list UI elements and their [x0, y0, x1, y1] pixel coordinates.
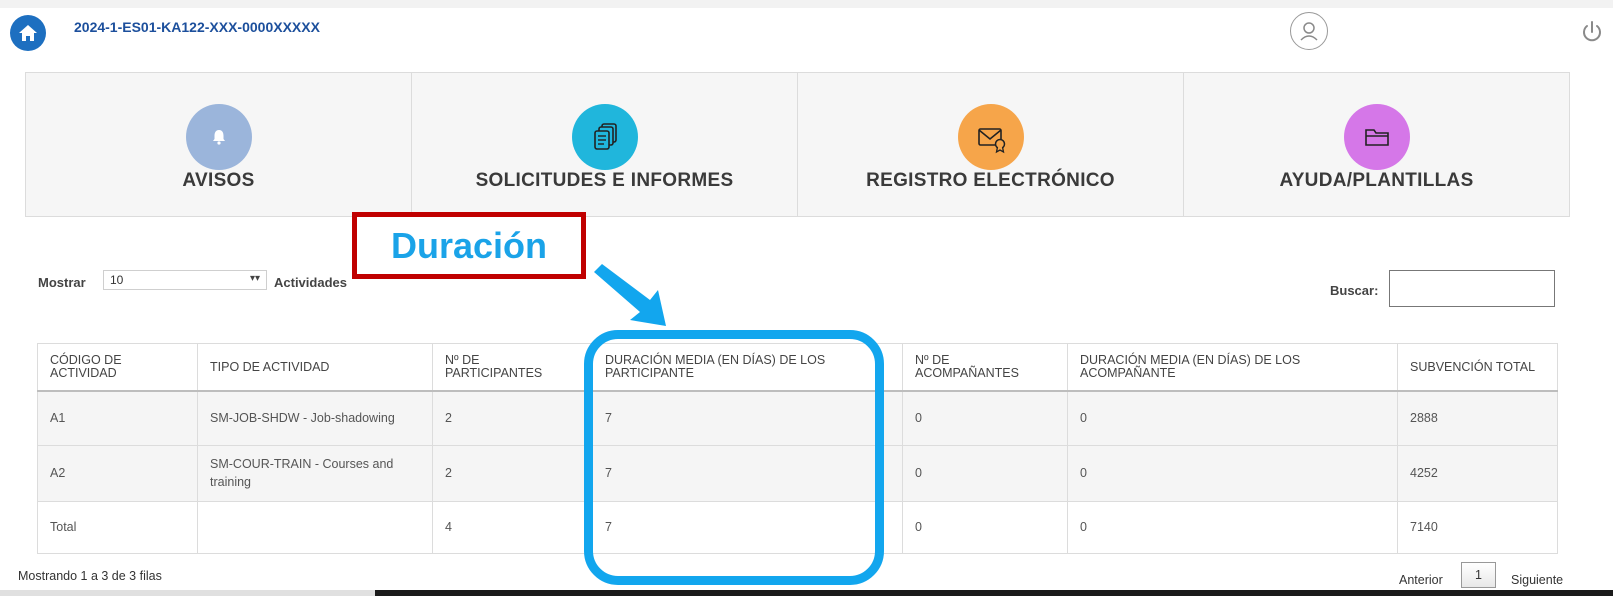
table-cell: A1: [37, 390, 198, 446]
project-code[interactable]: 2024-1-ES01-KA122-XXX-0000XXXXX: [74, 19, 320, 35]
pagination-info: Mostrando 1 a 3 de 3 filas: [18, 569, 162, 583]
menu-card-avisos[interactable]: AVISOS: [26, 73, 412, 216]
table-header-row: CÓDIGO DE ACTIVIDAD TIPO DE ACTIVIDAD Nº…: [37, 343, 1558, 392]
home-button[interactable]: [10, 15, 46, 51]
column-header[interactable]: SUBVENCIÓN TOTAL: [1397, 343, 1558, 392]
menu-icon-circle: [1343, 104, 1410, 170]
menu-icon-circle: [185, 104, 252, 170]
table-row[interactable]: A2 SM-COUR-TRAIN - Courses and training …: [37, 444, 1558, 502]
envelope-certificate-icon: [977, 128, 1005, 154]
user-icon: [1300, 22, 1318, 41]
column-header[interactable]: Nº DE ACOMPAÑANTES: [902, 343, 1068, 392]
table-cell: 7140: [1397, 500, 1558, 554]
table-cell: [197, 500, 433, 554]
page-size-select[interactable]: 10 ▾▾: [103, 270, 267, 290]
chevron-down-icon: ▾▾: [249, 273, 260, 284]
search-input[interactable]: [1389, 270, 1555, 307]
main-menu: AVISOS SOLICITUDES E INFORMES REGISTRO E…: [25, 72, 1570, 217]
menu-label: SOLICITUDES E INFORMES: [475, 170, 734, 191]
column-header[interactable]: DURACIÓN MEDIA (EN DÍAS) DE LOS PARTICIP…: [592, 343, 903, 392]
table-row[interactable]: A1 SM-JOB-SHDW - Job-shadowing 2 7 0 0 2…: [37, 390, 1558, 446]
documents-icon: [593, 123, 617, 150]
show-after-label: Actividades: [274, 275, 347, 290]
table-cell: 2: [432, 444, 593, 502]
table-cell: SM-JOB-SHDW - Job-shadowing: [197, 390, 433, 446]
page-size-value: 10: [110, 273, 124, 287]
home-icon: [19, 25, 37, 41]
previous-page-link[interactable]: Anterior: [1399, 573, 1443, 587]
power-icon[interactable]: [1580, 20, 1604, 44]
activities-table: CÓDIGO DE ACTIVIDAD TIPO DE ACTIVIDAD Nº…: [37, 343, 1558, 554]
table-cell: SM-COUR-TRAIN - Courses and training: [197, 444, 433, 502]
table-cell: Total: [37, 500, 198, 554]
table-cell: 0: [1067, 390, 1398, 446]
column-header[interactable]: CÓDIGO DE ACTIVIDAD: [37, 343, 198, 392]
show-label: Mostrar: [38, 275, 86, 290]
table-row-total[interactable]: Total 4 7 0 0 7140: [37, 500, 1558, 554]
menu-card-registro[interactable]: REGISTRO ELECTRÓNICO: [798, 73, 1184, 216]
top-strip: [0, 0, 1613, 8]
annotation-arrow-icon: [594, 264, 666, 326]
table-cell: 4: [432, 500, 593, 554]
user-button[interactable]: [1290, 12, 1328, 50]
table-cell: 2888: [1397, 390, 1558, 446]
column-header[interactable]: DURACIÓN MEDIA (EN DÍAS) DE LOS ACOMPAÑA…: [1067, 343, 1398, 392]
menu-label: REGISTRO ELECTRÓNICO: [866, 170, 1115, 191]
table-cell: A2: [37, 444, 198, 502]
menu-card-ayuda[interactable]: AYUDA/PLANTILLAS: [1184, 73, 1569, 216]
table-cell: 0: [902, 500, 1068, 554]
menu-card-solicitudes[interactable]: SOLICITUDES E INFORMES: [412, 73, 798, 216]
column-header[interactable]: Nº DE PARTICIPANTES: [432, 343, 593, 392]
next-page-link[interactable]: Siguiente: [1511, 573, 1563, 587]
table-cell: 0: [1067, 444, 1398, 502]
folder-icon: [1364, 129, 1389, 146]
menu-icon-circle: [957, 104, 1024, 170]
menu-icon-circle: [571, 104, 638, 170]
table-cell: 7: [592, 390, 903, 446]
menu-label: AYUDA/PLANTILLAS: [1279, 170, 1474, 191]
search-label: Buscar:: [1330, 283, 1379, 298]
table-cell: 0: [902, 390, 1068, 446]
table-cell: 0: [902, 444, 1068, 502]
table-cell: 0: [1067, 500, 1398, 554]
annotation-label-box: Duración: [352, 212, 586, 279]
menu-label: AVISOS: [182, 170, 255, 191]
page-number-button[interactable]: 1: [1461, 562, 1496, 588]
bell-icon: [212, 130, 225, 145]
table-cell: 7: [592, 500, 903, 554]
bottom-bar: [0, 590, 1613, 596]
table-cell: 4252: [1397, 444, 1558, 502]
table-cell: 7: [592, 444, 903, 502]
column-header[interactable]: TIPO DE ACTIVIDAD: [197, 343, 433, 392]
table-cell: 2: [432, 390, 593, 446]
